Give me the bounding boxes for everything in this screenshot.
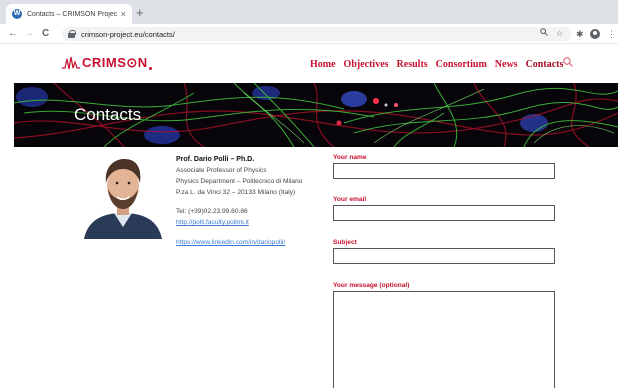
browser-tab[interactable]: W Contacts – CRIMSON Project × [6, 4, 132, 24]
page-title: Contacts [74, 105, 142, 124]
nav-home[interactable]: Home [310, 59, 336, 70]
person-avatar [80, 153, 166, 239]
message-field-group: Your message (optional) [333, 281, 556, 388]
person-role: Associate Professor of Physics [176, 167, 267, 174]
logo-wave-icon [62, 56, 80, 70]
person-address: P.za L. da Vinci 32 – 20133 Milano (Ital… [176, 189, 296, 196]
forward-icon[interactable]: → [24, 27, 34, 41]
wordpress-favicon-icon: W [12, 9, 22, 19]
logo-dot [148, 66, 152, 70]
person-name: Prof. Dario Polli – Ph.D. [176, 156, 255, 163]
lock-icon[interactable] [68, 30, 76, 38]
subject-input[interactable] [333, 248, 555, 264]
name-label: Your name [333, 154, 367, 161]
main-navigation: Home Objectives Results Consortium News … [310, 59, 563, 70]
address-bar[interactable]: crimson-project.eu/contacts/ ☆ [62, 27, 572, 41]
tab-close-icon[interactable]: × [121, 9, 126, 19]
profile-icon[interactable] [590, 29, 600, 39]
nav-consortium[interactable]: Consortium [436, 59, 487, 70]
message-label: Your message (optional) [333, 282, 410, 289]
crimson-logo[interactable]: CRIMS⊙N [62, 55, 152, 71]
tab-title: Contacts – CRIMSON Project [27, 10, 117, 18]
subject-field-group: Subject [333, 238, 556, 264]
new-tab-button[interactable]: + [136, 5, 144, 21]
email-field-group: Your email [333, 195, 556, 221]
person-department: Physics Department – Politecnico di Mila… [176, 178, 303, 185]
email-input[interactable] [333, 205, 555, 221]
subject-label: Subject [333, 239, 357, 246]
contact-person: Prof. Dario Polli – Ph.D. Associate Prof… [176, 154, 326, 248]
menu-icon[interactable]: ⋮ [607, 27, 616, 41]
portrait-photo [80, 153, 166, 239]
url-text[interactable]: crimson-project.eu/contacts/ [81, 30, 175, 39]
message-textarea[interactable] [333, 291, 555, 388]
nav-contacts[interactable]: Contacts [526, 59, 564, 70]
puzzle-icon[interactable]: ✱ [576, 27, 584, 41]
logo-text: CRIMS⊙N [82, 55, 148, 70]
star-icon[interactable]: ☆ [556, 27, 563, 41]
nav-results[interactable]: Results [397, 59, 428, 70]
name-field-group: Your name [333, 153, 556, 179]
nav-news[interactable]: News [495, 59, 518, 70]
site-header: CRIMS⊙N Home Objectives Results Consorti… [0, 45, 618, 83]
back-icon[interactable]: ← [8, 27, 18, 41]
browser-tabstrip: W Contacts – CRIMSON Project × + [0, 0, 618, 24]
faculty-website-link[interactable]: http://polli.faculty.polimi.it [176, 217, 326, 228]
reload-icon[interactable]: C [42, 27, 49, 41]
search-icon[interactable] [563, 57, 573, 67]
nav-objectives[interactable]: Objectives [344, 59, 389, 70]
zoom-icon[interactable] [540, 27, 548, 41]
linkedin-link[interactable]: https://www.linkedin.com/in/dariopolli/ [176, 237, 326, 248]
person-telephone: Tel: (+39)02.23.99.60.86 [176, 208, 248, 215]
name-input[interactable] [333, 163, 555, 179]
hero-banner: Contacts [14, 83, 618, 147]
browser-toolbar: ← → C crimson-project.eu/contacts/ ☆ ✱ ⋮ [0, 24, 618, 44]
email-label: Your email [333, 196, 367, 203]
